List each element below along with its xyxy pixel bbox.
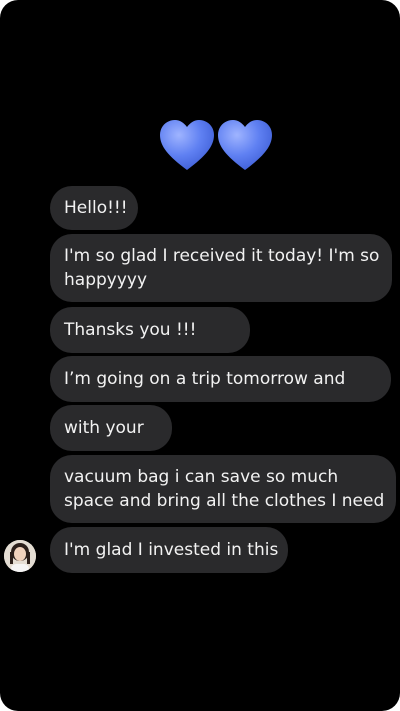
blue-heart-icon bbox=[218, 120, 272, 170]
message-bubble[interactable]: I'm so glad I received it today! I'm so … bbox=[50, 234, 392, 302]
message-bubble[interactable]: Thansks you !!! bbox=[50, 307, 250, 353]
message-text-line2: happyyyy bbox=[64, 270, 148, 290]
blue-hearts-reaction bbox=[158, 118, 278, 178]
message-text: I'm glad I invested in this bbox=[64, 540, 279, 560]
message-text: I’m going on a trip tomorrow and bbox=[64, 369, 346, 389]
message-text: vacuum bag i can save so much bbox=[64, 467, 339, 487]
profile-photo-icon bbox=[4, 540, 36, 572]
message-text-line2: space and bring all the clothes I need bbox=[64, 491, 385, 511]
message-text: Hello!!! bbox=[64, 198, 128, 218]
message-bubble[interactable]: I'm glad I invested in this bbox=[50, 527, 288, 573]
sender-avatar[interactable] bbox=[4, 540, 36, 572]
message-text: Thansks you !!! bbox=[64, 320, 197, 340]
chat-screen: Hello!!! I'm so glad I received it today… bbox=[0, 0, 400, 711]
message-bubble[interactable]: with your bbox=[50, 405, 172, 451]
message-bubble[interactable]: I’m going on a trip tomorrow and bbox=[50, 356, 391, 402]
message-text: with your bbox=[64, 418, 144, 438]
message-bubble[interactable]: Hello!!! bbox=[50, 186, 138, 230]
message-bubble[interactable]: vacuum bag i can save so much space and … bbox=[50, 455, 396, 523]
blue-heart-icon bbox=[160, 120, 214, 170]
message-text: I'm so glad I received it today! I'm so bbox=[64, 246, 380, 266]
